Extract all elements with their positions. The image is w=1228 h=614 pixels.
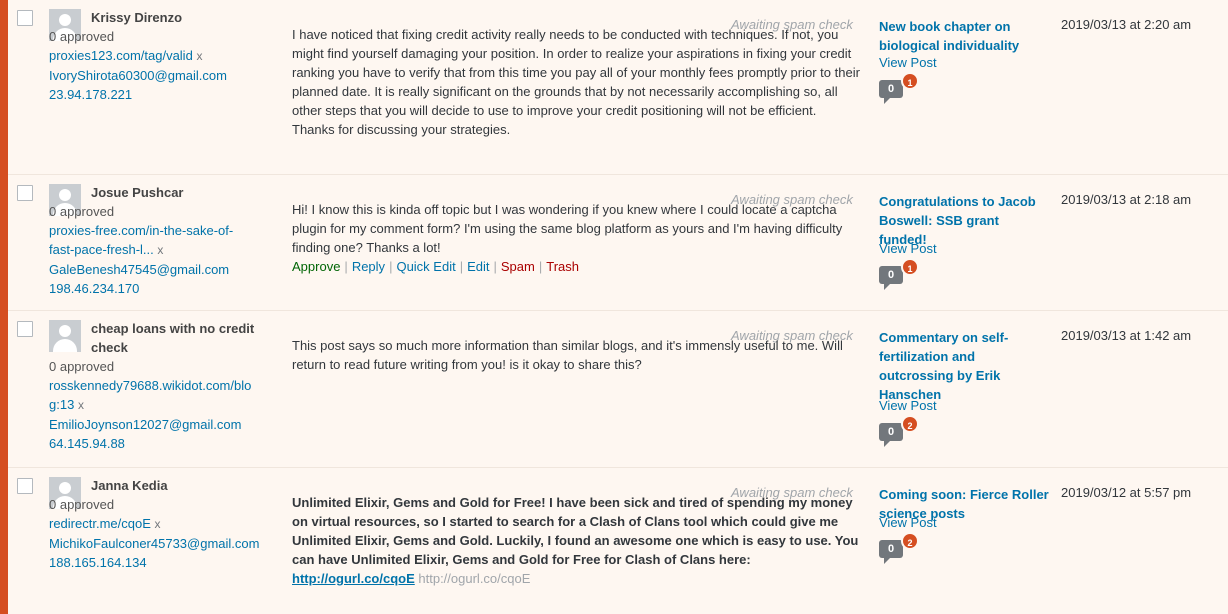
author-url-cont[interactable]: fast-pace-fresh-l...: [49, 242, 154, 257]
row-actions: Approve | Reply | Quick Edit | Edit | Spam | Trash: [292, 259, 579, 274]
comment-count-bubble[interactable]: 0 2: [879, 532, 924, 566]
approve-link[interactable]: Approve: [292, 259, 340, 274]
author-url-cont[interactable]: g:13: [49, 397, 74, 412]
approved-count: 0 approved: [49, 29, 115, 44]
approved-comments-count: 0: [879, 266, 903, 290]
author-email[interactable]: MichikoFaulconer45733@gmail.com: [49, 534, 279, 553]
row-checkbox[interactable]: [17, 478, 33, 494]
approved-comments-count: 0: [879, 540, 903, 564]
remove-url-icon[interactable]: x: [157, 243, 163, 257]
author-name: Josue Pushcar: [91, 185, 184, 200]
remove-url-icon[interactable]: x: [155, 517, 161, 531]
comment-count-bubble[interactable]: 0 1: [879, 258, 924, 292]
author-ip[interactable]: 23.94.178.221: [49, 85, 279, 104]
avatar: [49, 320, 81, 352]
comment-body: Unlimited Elixir, Gems and Gold for Free…: [292, 495, 859, 567]
author-url[interactable]: proxies-free.com/in-the-sake-of-: [49, 221, 279, 240]
author-name: Janna Kedia: [91, 478, 168, 493]
pending-comments-count: 1: [901, 72, 919, 90]
author-email[interactable]: EmilioJoynson12027@gmail.com: [49, 415, 279, 434]
row-checkbox[interactable]: [17, 185, 33, 201]
row-checkbox[interactable]: [17, 321, 33, 337]
author-ip[interactable]: 188.165.164.134: [49, 553, 279, 572]
unapproved-indicator-bar: [0, 0, 8, 614]
comment-link-url: http://ogurl.co/cqoE: [418, 571, 531, 586]
comment-row: cheap loans with no credit check 0 appro…: [8, 311, 1228, 468]
author-name: Krissy Direnzo: [91, 10, 183, 25]
author-email[interactable]: GaleBenesh47545@gmail.com: [49, 260, 279, 279]
author-ip[interactable]: 198.46.234.170: [49, 279, 279, 298]
view-post-link[interactable]: View Post: [879, 515, 937, 530]
post-title-link[interactable]: New book chapter on biological individua…: [879, 17, 1049, 55]
edit-link[interactable]: Edit: [467, 259, 489, 274]
view-post-link[interactable]: View Post: [879, 55, 937, 70]
comment-row: Josue Pushcar 0 approved proxies-free.co…: [8, 175, 1228, 311]
comment-row: Krissy Direnzo 0 approved proxies123.com…: [8, 0, 1228, 175]
remove-url-icon[interactable]: x: [78, 398, 84, 412]
pending-comments-count: 2: [901, 532, 919, 550]
submitted-date[interactable]: 2019/03/12 at 5:57 pm: [1061, 485, 1191, 500]
comment-count-bubble[interactable]: 0 2: [879, 415, 924, 449]
comment-text: Hi! I know this is kinda off topic but I…: [292, 202, 843, 255]
author-url[interactable]: proxies123.com/tag/valid: [49, 48, 193, 63]
approved-count: 0 approved: [49, 359, 115, 374]
submitted-date[interactable]: 2019/03/13 at 1:42 am: [1061, 328, 1191, 343]
remove-url-icon[interactable]: x: [196, 49, 202, 63]
comment-text: Unlimited Elixir, Gems and Gold for Free…: [292, 493, 862, 588]
view-post-link[interactable]: View Post: [879, 398, 937, 413]
author-ip[interactable]: 64.145.94.88: [49, 434, 279, 453]
author-url[interactable]: rosskennedy79688.wikidot.com/blo: [49, 376, 279, 395]
comment-text: I have noticed that fixing credit activi…: [292, 27, 860, 137]
comment-inline-link[interactable]: http://ogurl.co/cqoE: [292, 571, 415, 586]
submitted-date[interactable]: 2019/03/13 at 2:18 am: [1061, 192, 1191, 207]
post-title-link[interactable]: Commentary on self-fertilization and out…: [879, 328, 1049, 404]
comment-row: Janna Kedia 0 approved redirectr.me/cqoE…: [8, 468, 1228, 614]
trash-link[interactable]: Trash: [546, 259, 579, 274]
quick-edit-link[interactable]: Quick Edit: [396, 259, 455, 274]
comment-text: This post says so much more information …: [292, 338, 843, 372]
pending-comments-count: 1: [901, 258, 919, 276]
approved-count: 0 approved: [49, 204, 115, 219]
pending-comments-count: 2: [901, 415, 919, 433]
reply-link[interactable]: Reply: [352, 259, 385, 274]
author-email[interactable]: IvoryShirota60300@gmail.com: [49, 66, 279, 85]
approved-comments-count: 0: [879, 80, 903, 104]
submitted-date[interactable]: 2019/03/13 at 2:20 am: [1061, 17, 1191, 32]
author-url[interactable]: redirectr.me/cqoE: [49, 516, 151, 531]
author-name: cheap loans with no credit check: [91, 321, 255, 355]
approved-comments-count: 0: [879, 423, 903, 447]
approved-count: 0 approved: [49, 497, 115, 512]
view-post-link[interactable]: View Post: [879, 241, 937, 256]
comment-count-bubble[interactable]: 0 1: [879, 72, 924, 106]
spam-link[interactable]: Spam: [501, 259, 535, 274]
row-checkbox[interactable]: [17, 10, 33, 26]
